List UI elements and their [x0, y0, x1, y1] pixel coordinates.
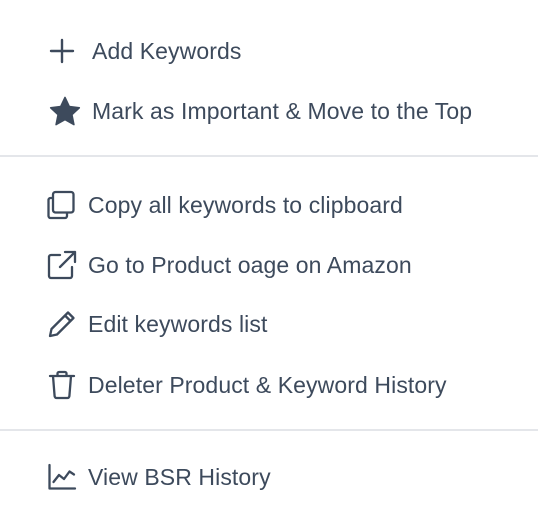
view-bsr-history-label: View BSR History	[88, 463, 271, 490]
menu-divider	[0, 429, 538, 431]
menu-divider	[0, 155, 538, 157]
go-to-product-label: Go to Product oage on Amazon	[88, 251, 412, 278]
add-keywords-label: Add Keywords	[92, 37, 242, 64]
delete-product-label: Deleter Product & Keyword History	[88, 371, 447, 398]
delete-product-item[interactable]: Deleter Product & Keyword History	[0, 363, 538, 407]
mark-important-item[interactable]: Mark as Important & Move to the Top	[0, 89, 538, 133]
external-link-icon	[46, 249, 78, 281]
star-icon	[49, 95, 81, 127]
pencil-icon	[46, 308, 78, 340]
line-chart-icon	[46, 461, 78, 493]
edit-keywords-label: Edit keywords list	[88, 310, 268, 337]
mark-important-label: Mark as Important & Move to the Top	[92, 97, 473, 124]
view-bsr-history-item[interactable]: View BSR History	[0, 455, 538, 499]
add-keywords-item[interactable]: Add Keywords	[0, 29, 538, 73]
trash-icon	[46, 369, 78, 401]
edit-keywords-item[interactable]: Edit keywords list	[0, 302, 538, 346]
go-to-product-item[interactable]: Go to Product oage on Amazon	[0, 243, 538, 287]
copy-keywords-label: Copy all keywords to clipboard	[88, 191, 403, 218]
plus-icon	[49, 35, 75, 67]
copy-icon	[46, 189, 78, 221]
context-menu: Add Keywords Mark as Important & Move to…	[0, 0, 538, 514]
copy-keywords-item[interactable]: Copy all keywords to clipboard	[0, 183, 538, 227]
